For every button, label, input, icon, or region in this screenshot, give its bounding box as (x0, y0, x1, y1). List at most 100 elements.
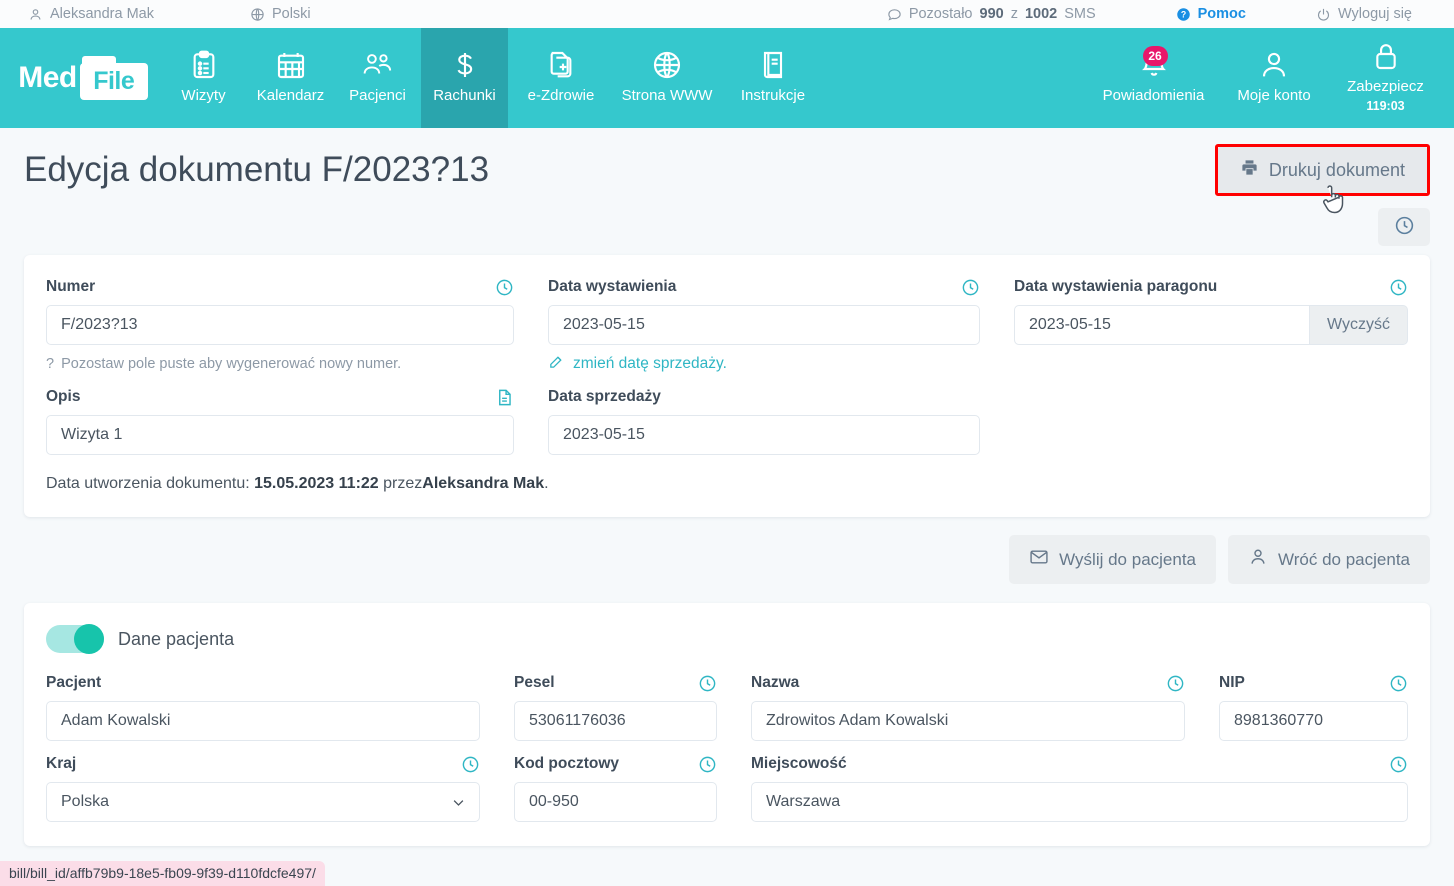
printer-icon (1240, 158, 1259, 182)
input-miejscowosc[interactable] (751, 782, 1408, 822)
label-nazwa-text: Nazwa (751, 674, 800, 691)
clock-icon[interactable] (1389, 278, 1408, 297)
language-selector[interactable]: Polski (250, 6, 311, 22)
change-sale-date-link[interactable]: zmień datę sprzedaży. (548, 354, 980, 374)
document-fields-row-1: Numer ? Pozostaw pole puste aby wygenero… (46, 277, 1408, 374)
nav-label-instrukcje: Instrukcje (740, 86, 806, 104)
patient-fields-row-2: Kraj Polska Kod pocztowy 00-950 Miejscow… (46, 754, 1408, 822)
main-navigation: Med File Wizyty Kalendarz Pacjenci Rachu… (0, 28, 1454, 128)
logout-link[interactable]: Wyloguj się (1316, 6, 1412, 22)
nav-item-instrukcje[interactable]: Instrukcje (720, 28, 826, 128)
clock-icon[interactable] (961, 278, 980, 297)
change-sale-date-label: zmień datę sprzedaży. (573, 355, 727, 372)
hint-numer: ? Pozostaw pole puste aby wygenerować no… (46, 354, 514, 374)
calendar-icon (275, 49, 307, 81)
dollar-icon (449, 49, 481, 81)
select-kraj[interactable] (46, 782, 480, 822)
clock-icon[interactable] (461, 755, 480, 774)
nav-item-rachunki[interactable]: Rachunki (421, 28, 508, 128)
input-opis[interactable] (46, 415, 514, 455)
help-label: Pomoc (1197, 6, 1246, 22)
document-details-card: Numer ? Pozostaw pole puste aby wygenero… (24, 255, 1430, 517)
nav-item-wizyty[interactable]: Wizyty (160, 28, 247, 128)
label-kraj-text: Kraj (46, 755, 77, 772)
patient-fields-row-1: Pacjent Pesel Nazwa (46, 673, 1408, 741)
sms-total: 1002 (1024, 6, 1058, 22)
back-to-patient-label: Wróć do pacjenta (1278, 549, 1410, 569)
input-kod-pocztowy[interactable] (514, 782, 717, 822)
clock-icon (1394, 215, 1415, 239)
nav-item-ezdrowie[interactable]: e-Zdrowie (508, 28, 614, 128)
label-data-sprzedazy-text: Data sprzedaży (548, 388, 661, 405)
input-pacjent[interactable] (46, 701, 480, 741)
sms-count: 990 (979, 6, 1004, 22)
question-mark-icon: ? (46, 356, 55, 372)
field-kraj: Kraj (46, 754, 480, 822)
history-row (24, 198, 1430, 255)
field-pacjent: Pacjent (46, 673, 480, 741)
clock-icon[interactable] (1166, 674, 1185, 693)
page-content: Edycja dokumentu F/2023?13 Drukuj dokume… (0, 128, 1454, 886)
document-history-button[interactable] (1378, 208, 1430, 246)
page-title: Edycja dokumentu F/2023?13 (24, 150, 490, 189)
people-icon (361, 49, 395, 81)
back-to-patient-button[interactable]: Wróć do pacjenta (1228, 535, 1430, 584)
document-icon[interactable] (495, 388, 514, 407)
created-datetime: 15.05.2023 11:22 (254, 475, 379, 492)
clock-icon[interactable] (1389, 755, 1408, 774)
book-icon (757, 49, 789, 81)
send-to-patient-label: Wyślij do pacjenta (1059, 549, 1197, 569)
field-nazwa: Nazwa (751, 673, 1185, 741)
nav-item-moje-konto[interactable]: Moje konto (1219, 28, 1329, 128)
clock-icon[interactable] (495, 278, 514, 297)
field-pesel: Pesel (514, 673, 717, 741)
input-nazwa[interactable] (751, 701, 1185, 741)
field-kod-pocztowy: Kod pocztowy (514, 754, 717, 822)
health-doc-icon (545, 49, 577, 81)
current-user[interactable]: Aleksandra Mak (28, 6, 154, 22)
label-numer-text: Numer (46, 278, 96, 295)
field-data-paragonu: Data wystawienia paragonu Wyczyść (1014, 277, 1408, 374)
document-fields-row-2: Opis Data sprzedaży (46, 387, 1408, 455)
label-pacjent: Pacjent (46, 673, 480, 693)
label-data-wystawienia: Data wystawienia (548, 277, 980, 297)
nav-label-zabezpiecz: Zabezpiecz (1347, 77, 1424, 95)
sms-mid: z (1010, 6, 1018, 22)
select-wrapper-kraj (46, 782, 480, 822)
nav-item-powiadomienia[interactable]: 26 Powiadomienia (1088, 28, 1219, 128)
nav-item-strona-www[interactable]: Strona WWW (614, 28, 720, 128)
help-link[interactable]: ? Pomoc (1176, 6, 1246, 22)
send-to-patient-button[interactable]: Wyślij do pacjenta (1009, 535, 1217, 584)
patient-data-toggle[interactable] (46, 624, 104, 654)
input-data-wystawienia[interactable] (548, 305, 980, 345)
hint-numer-text: Pozostaw pole puste aby wygenerować nowy… (61, 356, 402, 372)
input-nip[interactable] (1219, 701, 1408, 741)
svg-text:?: ? (1180, 9, 1185, 19)
field-data-sprzedazy: Data sprzedaży (548, 387, 980, 455)
clock-icon[interactable] (698, 674, 717, 693)
clock-icon[interactable] (698, 755, 717, 774)
input-pesel[interactable] (514, 701, 717, 741)
power-icon (1316, 7, 1331, 22)
label-miejscowosc-text: Miejscowość (751, 755, 847, 772)
print-document-button[interactable]: Drukuj dokument (1217, 147, 1427, 193)
nav-label-ezdrowie: e-Zdrowie (527, 86, 595, 104)
label-nip: NIP (1219, 673, 1408, 693)
clock-icon[interactable] (1389, 674, 1408, 693)
nav-item-kalendarz[interactable]: Kalendarz (247, 28, 334, 128)
current-user-label: Aleksandra Mak (50, 6, 154, 22)
nav-item-pacjenci[interactable]: Pacjenci (334, 28, 421, 128)
lock-icon (1370, 40, 1402, 72)
nav-item-zabezpiecz[interactable]: Zabezpiecz 119:03 (1329, 28, 1442, 128)
input-data-sprzedazy[interactable] (548, 415, 980, 455)
app-logo[interactable]: Med File (0, 28, 160, 128)
created-suffix: . (544, 475, 549, 492)
label-nip-text: NIP (1219, 674, 1245, 691)
edit-pencil-icon (548, 353, 565, 375)
input-data-paragonu[interactable] (1014, 305, 1310, 345)
clear-receipt-date-button[interactable]: Wyczyść (1310, 305, 1408, 345)
nav-label-rachunki: Rachunki (433, 86, 496, 104)
input-numer[interactable] (46, 305, 514, 345)
clipboard-icon (188, 49, 220, 81)
patient-data-toggle-label: Dane pacjenta (118, 628, 235, 649)
